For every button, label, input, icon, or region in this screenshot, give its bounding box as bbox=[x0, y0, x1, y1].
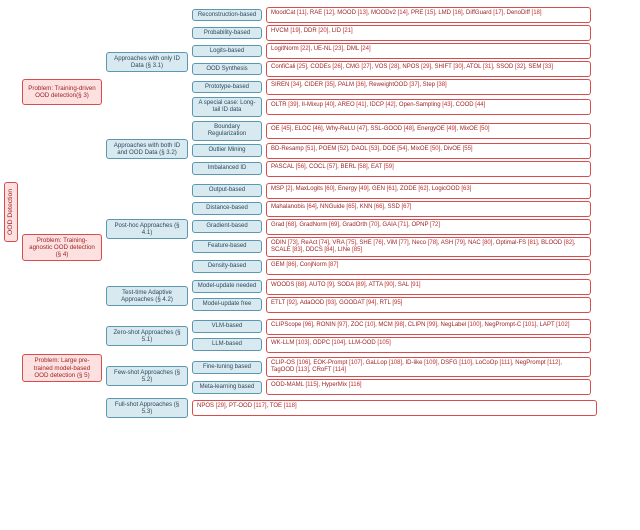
leaf-feat: ODIN [73], ReAct [74], VRA [75], SHE [76… bbox=[266, 237, 591, 257]
branch-dens: Density-based GEM [86], ConjNorm [87] bbox=[192, 259, 591, 275]
branch-a42: Test-time Adaptive Approaches (§ 4.2) Mo… bbox=[106, 278, 591, 314]
branch-p2: Problem: Training-agnostic OOD detection… bbox=[22, 181, 597, 315]
leaf-llm: WK-LLM [103], ODPC [104], LLM-OOD [105] bbox=[266, 337, 591, 353]
leaf-outmine: BD-Resamp [51], POEM [52], DAOL [53], DO… bbox=[266, 143, 591, 159]
branch-recon: Reconstruction-based MoodCat [11], RAE [… bbox=[192, 7, 591, 23]
p1-node: Problem: Training-driven OOD detection(§… bbox=[22, 79, 102, 105]
mfree-node: Model-update free bbox=[192, 298, 262, 311]
a53-children: NPOS [29], PT-OOD [117], TOE [118] bbox=[192, 400, 597, 416]
leaf-grad: Grad [68], GradNorm [69], GradOrth [70],… bbox=[266, 219, 591, 235]
output-node: Output-based bbox=[192, 184, 262, 197]
a42-children: Model-update needed WOODS [88], AUTO [9]… bbox=[192, 278, 591, 314]
branch-llm: LLM-based WK-LLM [103], ODPC [104], LLM-… bbox=[192, 337, 591, 353]
leaf-mupd: WOODS [88], AUTO [9], SODA [89], ATTA [9… bbox=[266, 279, 591, 295]
grad-node: Gradient-based bbox=[192, 220, 262, 233]
leaf-special: OLTR [39], II-Mixup [40], AREO [41], IDC… bbox=[266, 99, 591, 115]
oodsyn-node: OOD Synthesis bbox=[192, 63, 262, 76]
recon-node: Reconstruction-based bbox=[192, 9, 262, 22]
meta-node: Meta-learning based bbox=[192, 381, 262, 394]
a42-node: Test-time Adaptive Approaches (§ 4.2) bbox=[106, 286, 188, 306]
branch-a53: Full-shot Approaches (§ 5.3) NPOS [29], … bbox=[106, 398, 597, 418]
prob-node: Probability-based bbox=[192, 27, 262, 40]
imbal-node: Imbalanced ID bbox=[192, 162, 262, 175]
a31-children: Reconstruction-based MoodCat [11], RAE [… bbox=[192, 6, 591, 118]
root-node: OOD Detection bbox=[4, 182, 18, 242]
branch-special: A special case: Long-tail ID data OLTR [… bbox=[192, 97, 591, 117]
proto-node: Prototype-based bbox=[192, 81, 262, 94]
outmine-node: Outlier Mining bbox=[192, 144, 262, 157]
a51-children: VLM-based CLIPScope [96], RONIN [97], ZO… bbox=[192, 318, 591, 354]
leaf-ft: CLIP-OS [106], EOK-Prompt [107], GaLLop … bbox=[266, 357, 591, 377]
a32-node: Approaches with both ID and OOD Data (§ … bbox=[106, 139, 188, 159]
leaf-output: MSP [2], MaxLogits [60], Energy [49], GE… bbox=[266, 183, 591, 199]
a51-node: Zero-shot Approaches (§ 5.1) bbox=[106, 326, 188, 346]
dist-node: Distance-based bbox=[192, 202, 262, 215]
branch-a31: Approaches with only ID Data (§ 3.1) Rec… bbox=[106, 6, 591, 118]
branch-oodsyn: OOD Synthesis ConfiCali [25], CODEs [26]… bbox=[192, 61, 591, 77]
branch-logits: Logits-based LogitNorm [22], UE-NL [23],… bbox=[192, 43, 591, 59]
branch-feat: Feature-based ODIN [73], ReAct [74], VRA… bbox=[192, 237, 591, 257]
leaf-dens: GEM [86], ConjNorm [87] bbox=[266, 259, 591, 275]
a41-children: Output-based MSP [2], MaxLogits [60], En… bbox=[192, 182, 591, 276]
branch-p1: Problem: Training-driven OOD detection(§… bbox=[22, 5, 597, 179]
leaf-full: NPOS [29], PT-OOD [117], TOE [118] bbox=[192, 400, 597, 416]
p2-node: Problem: Training-agnostic OOD detection… bbox=[22, 234, 102, 261]
a52-node: Few-shot Approaches (§ 5.2) bbox=[106, 366, 188, 386]
leaf-dist: Mahalanobis [64], NNGuide [65], KNN [66]… bbox=[266, 201, 591, 217]
llm-node: LLM-based bbox=[192, 338, 262, 351]
branch-imbal: Imbalanced ID PASCAL [56], COCL [57], BE… bbox=[192, 161, 591, 177]
branch-ft: Fine-tuning based CLIP-OS [106], EOK-Pro… bbox=[192, 357, 591, 377]
leaf-vlm: CLIPScope [96], RONIN [97], ZOC [10], MC… bbox=[266, 319, 591, 335]
a41-node: Post-hoc Approaches (§ 4.1) bbox=[106, 219, 188, 239]
leaf-oodsyn: ConfiCali [25], CODEs [26], CMG [27], VO… bbox=[266, 61, 591, 77]
logits-node: Logits-based bbox=[192, 45, 262, 58]
feat-node: Feature-based bbox=[192, 240, 262, 253]
leaf-logits: LogitNorm [22], UE-NL [23], DML [24] bbox=[266, 43, 591, 59]
branch-mfree: Model-update free ETLT [92], AdaOOD [93]… bbox=[192, 297, 591, 313]
branch-a32: Approaches with both ID and OOD Data (§ … bbox=[106, 120, 591, 178]
p2-children: Post-hoc Approaches (§ 4.1) Output-based… bbox=[106, 181, 591, 315]
leaf-prob: HVCM [19], DDR [20], LID [21] bbox=[266, 25, 591, 41]
leaf-recon: MoodCat [11], RAE [12], MOOD [13], MOODv… bbox=[266, 7, 591, 23]
branch-outmine: Outlier Mining BD-Resamp [51], POEM [52]… bbox=[192, 143, 591, 159]
leaf-mfree: ETLT [92], AdaOOD [93], GOODAT [94], RTL… bbox=[266, 297, 591, 313]
branch-prob: Probability-based HVCM [19], DDR [20], L… bbox=[192, 25, 591, 41]
leaf-boundreg: OE [45], ELOC [46], Why-ReLU [47], SSL-G… bbox=[266, 123, 591, 139]
special-node: A special case: Long-tail ID data bbox=[192, 97, 262, 117]
branch-grad: Gradient-based Grad [68], GradNorm [69],… bbox=[192, 219, 591, 235]
branch-a41: Post-hoc Approaches (§ 4.1) Output-based… bbox=[106, 182, 591, 276]
tree-root-row: OOD Detection Problem: Training-driven O… bbox=[4, 4, 636, 420]
branch-boundreg: Boundary Regularization OE [45], ELOC [4… bbox=[192, 121, 591, 141]
boundreg-node: Boundary Regularization bbox=[192, 121, 262, 141]
branch-a52: Few-shot Approaches (§ 5.2) Fine-tuning … bbox=[106, 356, 597, 396]
branch-output: Output-based MSP [2], MaxLogits [60], En… bbox=[192, 183, 591, 199]
leaf-proto: SIREN [34], CIDER [35], PALM [36], Rewei… bbox=[266, 79, 591, 95]
a32-children: Boundary Regularization OE [45], ELOC [4… bbox=[192, 120, 591, 178]
dens-node: Density-based bbox=[192, 260, 262, 273]
p1-children: Approaches with only ID Data (§ 3.1) Rec… bbox=[106, 5, 591, 179]
p3-children: Zero-shot Approaches (§ 5.1) VLM-based C… bbox=[106, 317, 597, 419]
a53-node: Full-shot Approaches (§ 5.3) bbox=[106, 398, 188, 418]
ft-node: Fine-tuning based bbox=[192, 361, 262, 374]
branch-vlm: VLM-based CLIPScope [96], RONIN [97], ZO… bbox=[192, 319, 591, 335]
branch-dist: Distance-based Mahalanobis [64], NNGuide… bbox=[192, 201, 591, 217]
branch-meta: Meta-learning based OOD-MAML [115], Hype… bbox=[192, 379, 591, 395]
leaf-meta: OOD-MAML [115], HyperMix [116] bbox=[266, 379, 591, 395]
level1-children: Problem: Training-driven OOD detection(§… bbox=[22, 4, 597, 420]
a31-node: Approaches with only ID Data (§ 3.1) bbox=[106, 52, 188, 72]
vlm-node: VLM-based bbox=[192, 320, 262, 333]
p3-node: Problem: Large pre-trained model-based O… bbox=[22, 354, 102, 381]
a52-children: Fine-tuning based CLIP-OS [106], EOK-Pro… bbox=[192, 356, 591, 396]
leaf-imbal: PASCAL [56], COCL [57], BERL [58], EAT [… bbox=[266, 161, 591, 177]
branch-a51: Zero-shot Approaches (§ 5.1) VLM-based C… bbox=[106, 318, 597, 354]
branch-p3: Problem: Large pre-trained model-based O… bbox=[22, 317, 597, 419]
mupd-node: Model-update needed bbox=[192, 280, 262, 293]
branch-mupd: Model-update needed WOODS [88], AUTO [9]… bbox=[192, 279, 591, 295]
branch-proto: Prototype-based SIREN [34], CIDER [35], … bbox=[192, 79, 591, 95]
